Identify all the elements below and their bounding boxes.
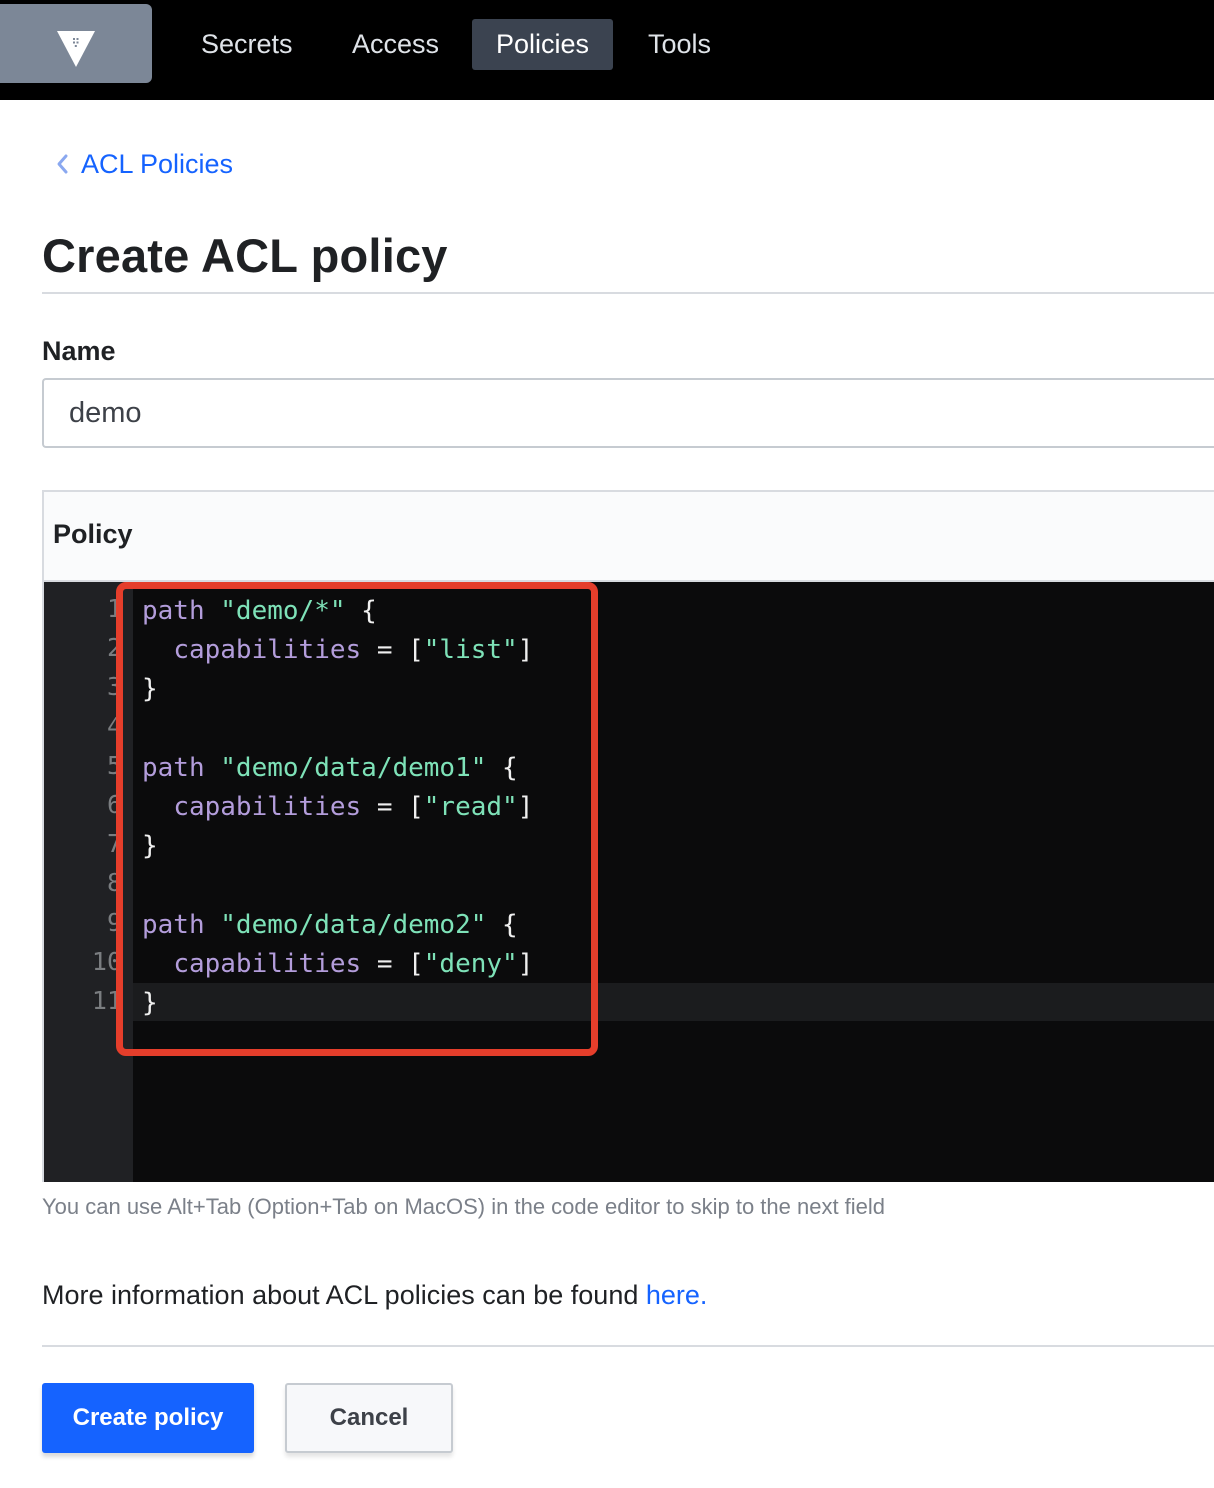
line-number: 9 [106, 907, 122, 937]
policy-label: Policy [53, 519, 133, 549]
info-link-here[interactable]: here. [646, 1280, 708, 1310]
footer-divider [42, 1345, 1214, 1347]
line-number: 11 [91, 986, 122, 1015]
line-number: 5 [106, 750, 122, 780]
top-nav: Secrets Access Policies Tools [0, 0, 1214, 100]
breadcrumb-label: ACL Policies [81, 148, 234, 179]
name-label: Name [42, 336, 116, 366]
info-text-body: More information about ACL policies can … [42, 1280, 646, 1310]
vault-logo-icon [57, 31, 95, 67]
nav-item-tools[interactable]: Tools [624, 19, 735, 70]
line-number: 4 [106, 711, 122, 741]
breadcrumb-acl-policies[interactable]: ACL Policies [55, 148, 233, 180]
line-number: 2 [106, 633, 122, 663]
line-number: 1 [106, 594, 122, 623]
nav-item-secrets[interactable]: Secrets [177, 19, 317, 70]
line-number: 10 [91, 946, 122, 976]
nav-item-access[interactable]: Access [328, 19, 463, 70]
create-policy-button[interactable]: Create policy [42, 1383, 254, 1453]
annotation-highlight-box [116, 582, 598, 1056]
line-number: 3 [106, 672, 122, 702]
vault-logo-button[interactable] [0, 4, 152, 83]
info-text: More information about ACL policies can … [42, 1280, 707, 1311]
policy-header: Policy [44, 492, 1214, 580]
name-input[interactable] [42, 378, 1214, 448]
line-number: 7 [106, 829, 122, 859]
page-title: Create ACL policy [42, 229, 448, 282]
title-divider [42, 292, 1214, 294]
line-number: 8 [106, 868, 122, 898]
line-number: 6 [106, 790, 122, 819]
cancel-button[interactable]: Cancel [285, 1383, 453, 1453]
nav-item-policies[interactable]: Policies [472, 19, 614, 70]
editor-help-text: You can use Alt+Tab (Option+Tab on MacOS… [42, 1194, 886, 1219]
chevron-left-icon [57, 154, 68, 174]
